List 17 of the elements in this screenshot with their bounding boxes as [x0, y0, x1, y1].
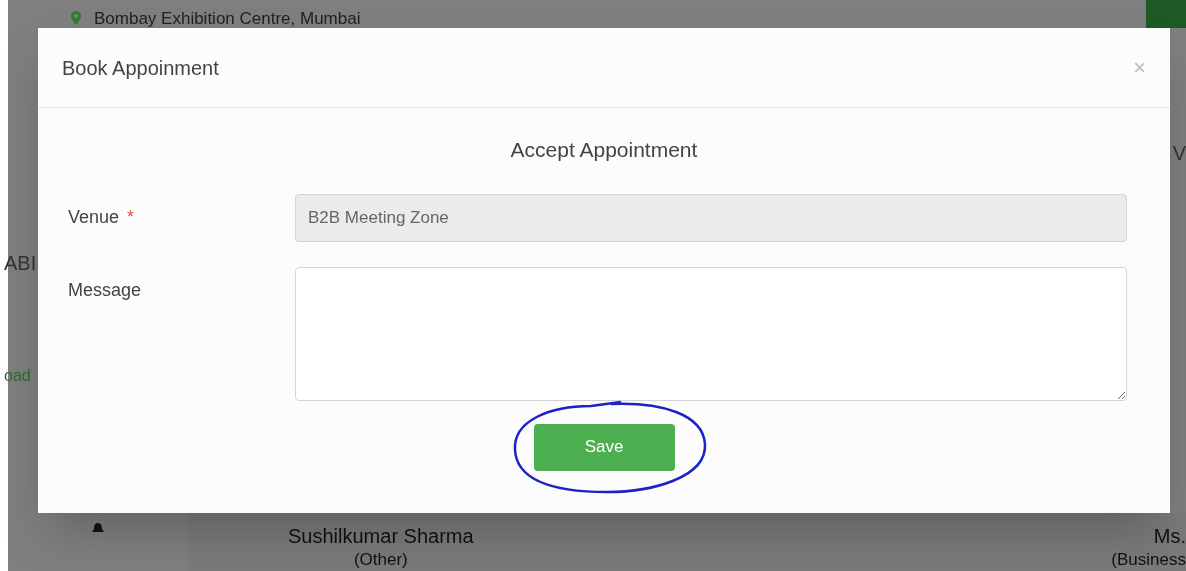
- close-button[interactable]: ×: [1133, 56, 1146, 79]
- bell-icon: [91, 523, 105, 535]
- save-button[interactable]: Save: [533, 423, 675, 471]
- person-name: Sushilkumar Sharma: [288, 524, 474, 549]
- location-text: Bombay Exhibition Centre, Mumbai: [94, 9, 361, 27]
- message-field[interactable]: [295, 266, 1127, 401]
- side-text: V: [1172, 141, 1186, 166]
- field-label: Message: [68, 278, 142, 302]
- person-name: Ms.: [1153, 524, 1186, 549]
- person-role: (Business: [1111, 549, 1186, 571]
- form-heading: Accept Appointment: [510, 137, 698, 163]
- required-mark: *: [127, 205, 135, 229]
- dialog-title: Book Appoinment: [62, 55, 219, 81]
- field-label: Venue: [68, 205, 120, 229]
- header-button[interactable]: [1146, 0, 1186, 28]
- location-pin-icon: [70, 11, 82, 25]
- person-role: (Other): [353, 549, 408, 571]
